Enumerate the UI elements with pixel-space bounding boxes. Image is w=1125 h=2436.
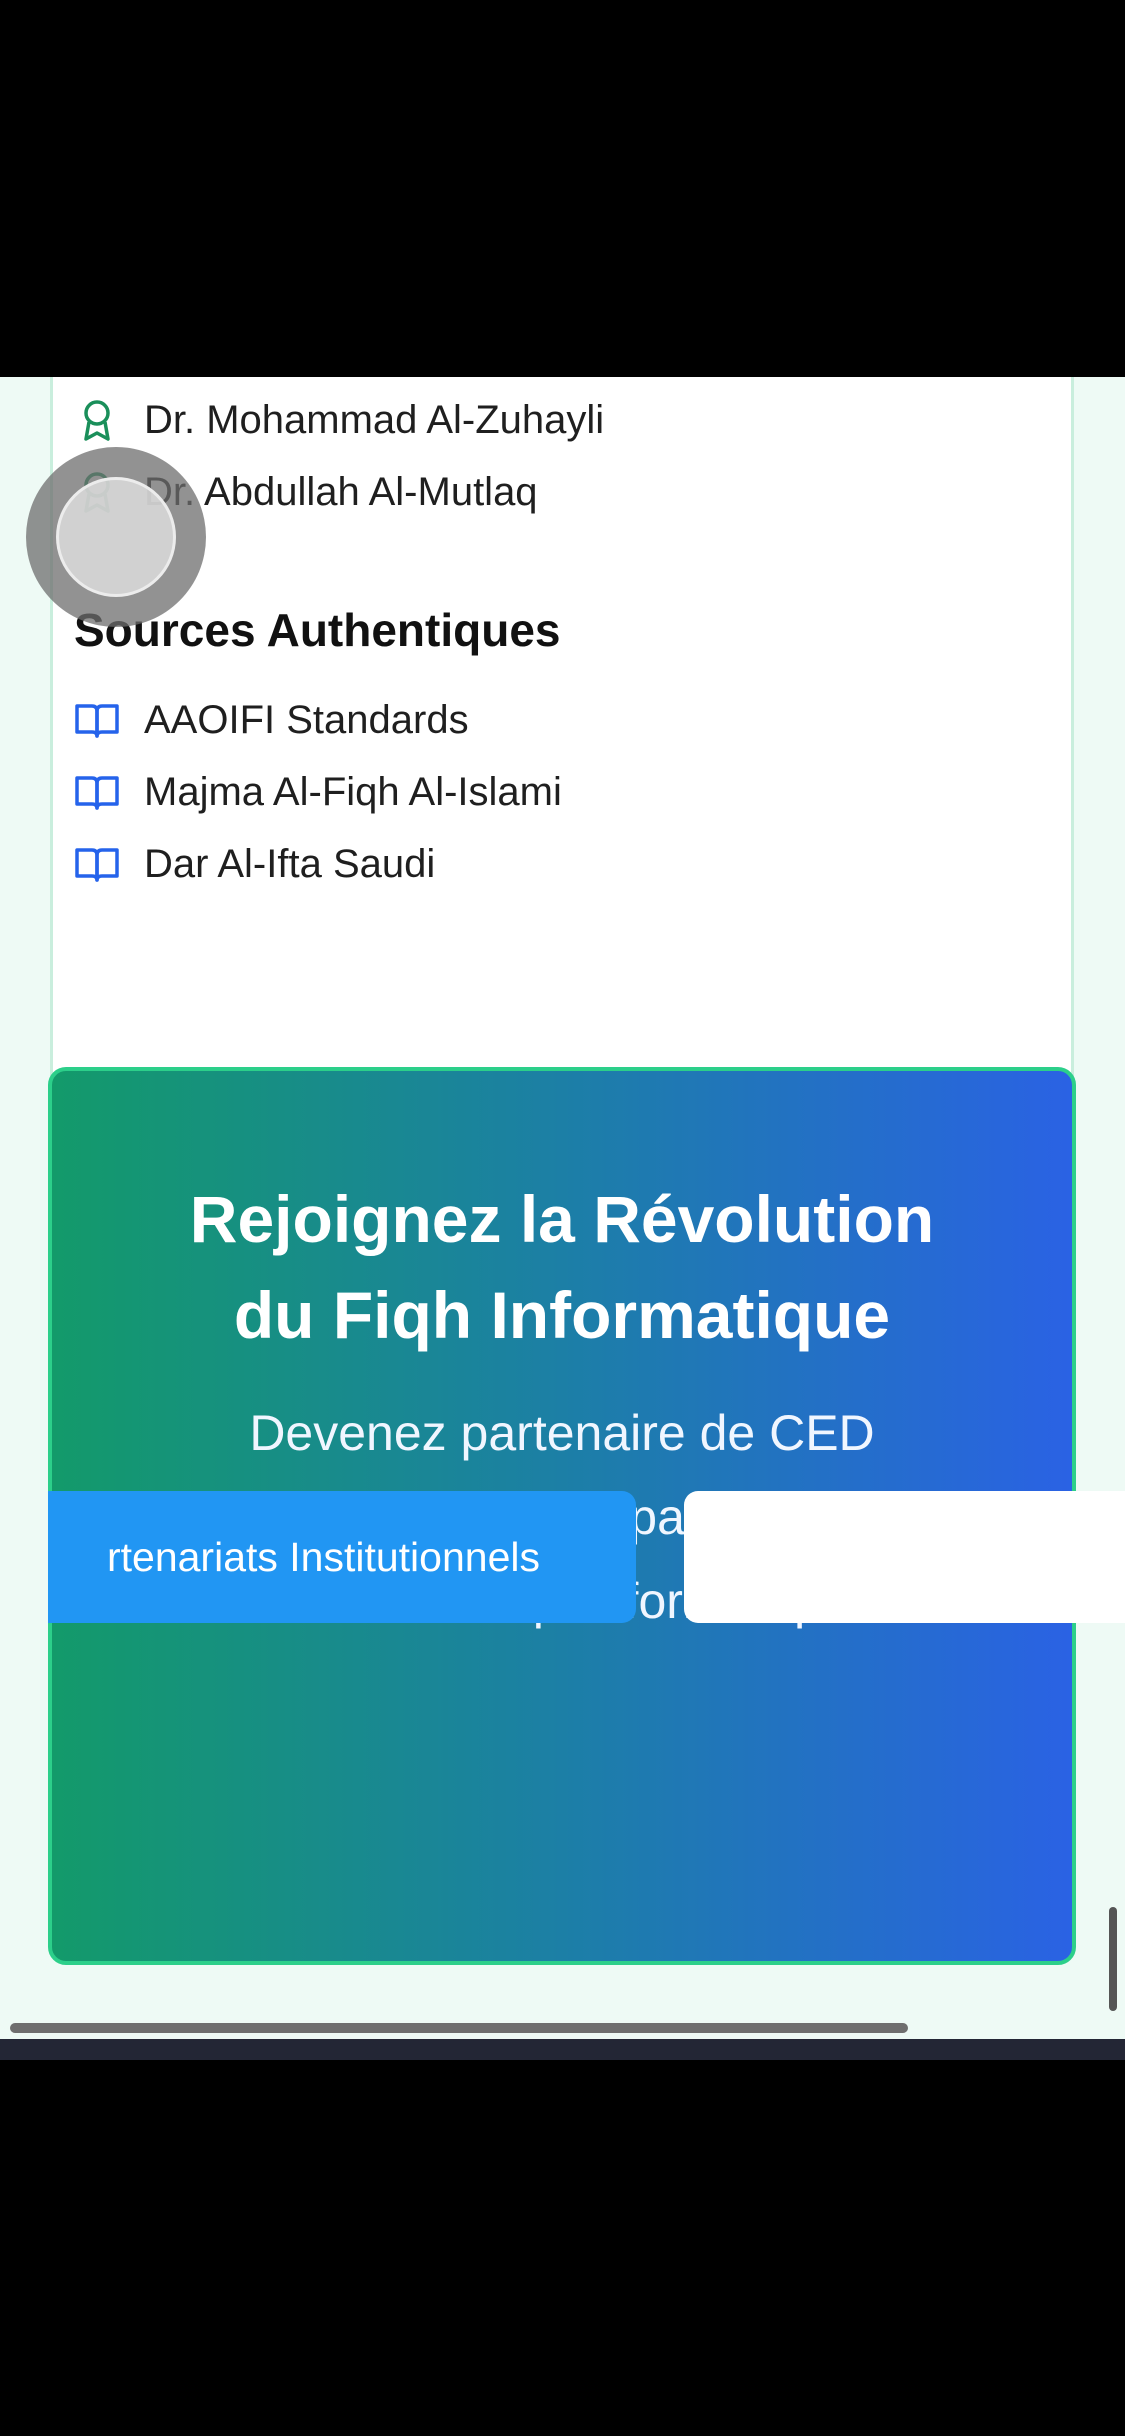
- source-item: Majma Al-Fiqh Al-Islami: [74, 769, 562, 815]
- source-item: Dar Al-Ifta Saudi: [74, 841, 435, 887]
- scholar-name: Dr. Abdullah Al-Mutlaq: [144, 469, 538, 514]
- page-viewport: Dr. Mohammad Al-Zuhayli Dr. Abdullah Al-…: [0, 377, 1125, 2060]
- scholar-item: Dr. Mohammad Al-Zuhayli: [74, 397, 604, 443]
- source-name: Dar Al-Ifta Saudi: [144, 841, 436, 886]
- scholar-name: Dr. Mohammad Al-Zuhayli: [144, 397, 605, 442]
- book-open-icon: [74, 769, 120, 815]
- institutional-partnerships-button[interactable]: rtenariats Institutionnels: [48, 1491, 636, 1623]
- bottom-bar: [0, 2039, 1125, 2060]
- book-open-icon: [74, 697, 120, 743]
- home-indicator[interactable]: [10, 2023, 908, 2033]
- source-name: AAOIFI Standards: [144, 697, 469, 742]
- secondary-cta-button[interactable]: [684, 1491, 1125, 1623]
- source-item: AAOIFI Standards: [74, 697, 469, 743]
- book-open-icon: [74, 841, 120, 887]
- award-icon: [74, 397, 120, 443]
- touch-indicator: [26, 447, 206, 627]
- cta-buttons-row: rtenariats Institutionnels: [48, 1067, 1125, 1965]
- source-name: Majma Al-Fiqh Al-Islami: [144, 769, 562, 814]
- scrollbar[interactable]: [1109, 1907, 1117, 2011]
